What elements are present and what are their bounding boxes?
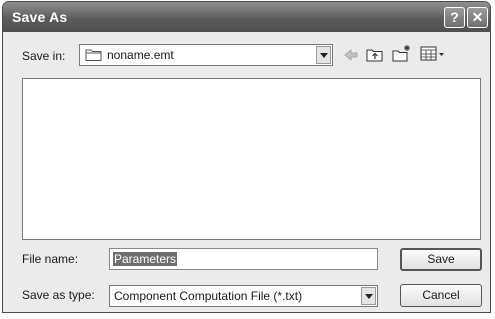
- up-one-level-icon[interactable]: [366, 46, 384, 63]
- save-in-value: noname.emt: [107, 48, 174, 62]
- file-name-input[interactable]: Parameters: [109, 248, 378, 270]
- save-button[interactable]: Save: [400, 248, 482, 271]
- chevron-down-icon: [320, 53, 328, 58]
- save-in-label: Save in:: [22, 49, 66, 63]
- dialog-title: Save As: [12, 9, 68, 25]
- save-as-type-dropdown[interactable]: Component Computation File (*.txt): [109, 285, 378, 307]
- cancel-button[interactable]: Cancel: [400, 284, 482, 307]
- back-arrow-icon[interactable]: [343, 47, 359, 63]
- save-as-type-dropdown-button[interactable]: [361, 287, 376, 305]
- file-name-value: Parameters: [113, 252, 178, 266]
- new-folder-icon[interactable]: [392, 44, 412, 63]
- save-in-dropdown-button[interactable]: [316, 46, 331, 64]
- chevron-down-icon: [365, 294, 373, 299]
- file-name-label: File name:: [22, 252, 79, 266]
- file-list-pane[interactable]: [22, 78, 481, 240]
- save-as-type-value: Component Computation File (*.txt): [114, 289, 303, 303]
- folder-icon: [85, 49, 102, 61]
- help-button[interactable]: ?: [444, 7, 465, 28]
- title-bar[interactable]: Save As ? ✕: [3, 2, 490, 32]
- save-in-dropdown[interactable]: noname.emt: [79, 44, 333, 66]
- view-menu-icon[interactable]: [420, 46, 446, 62]
- save-as-dialog: Save As ? ✕ Save in: noname.emt File nam…: [2, 1, 491, 313]
- close-button[interactable]: ✕: [467, 7, 488, 28]
- save-as-type-label: Save as type:: [22, 288, 95, 302]
